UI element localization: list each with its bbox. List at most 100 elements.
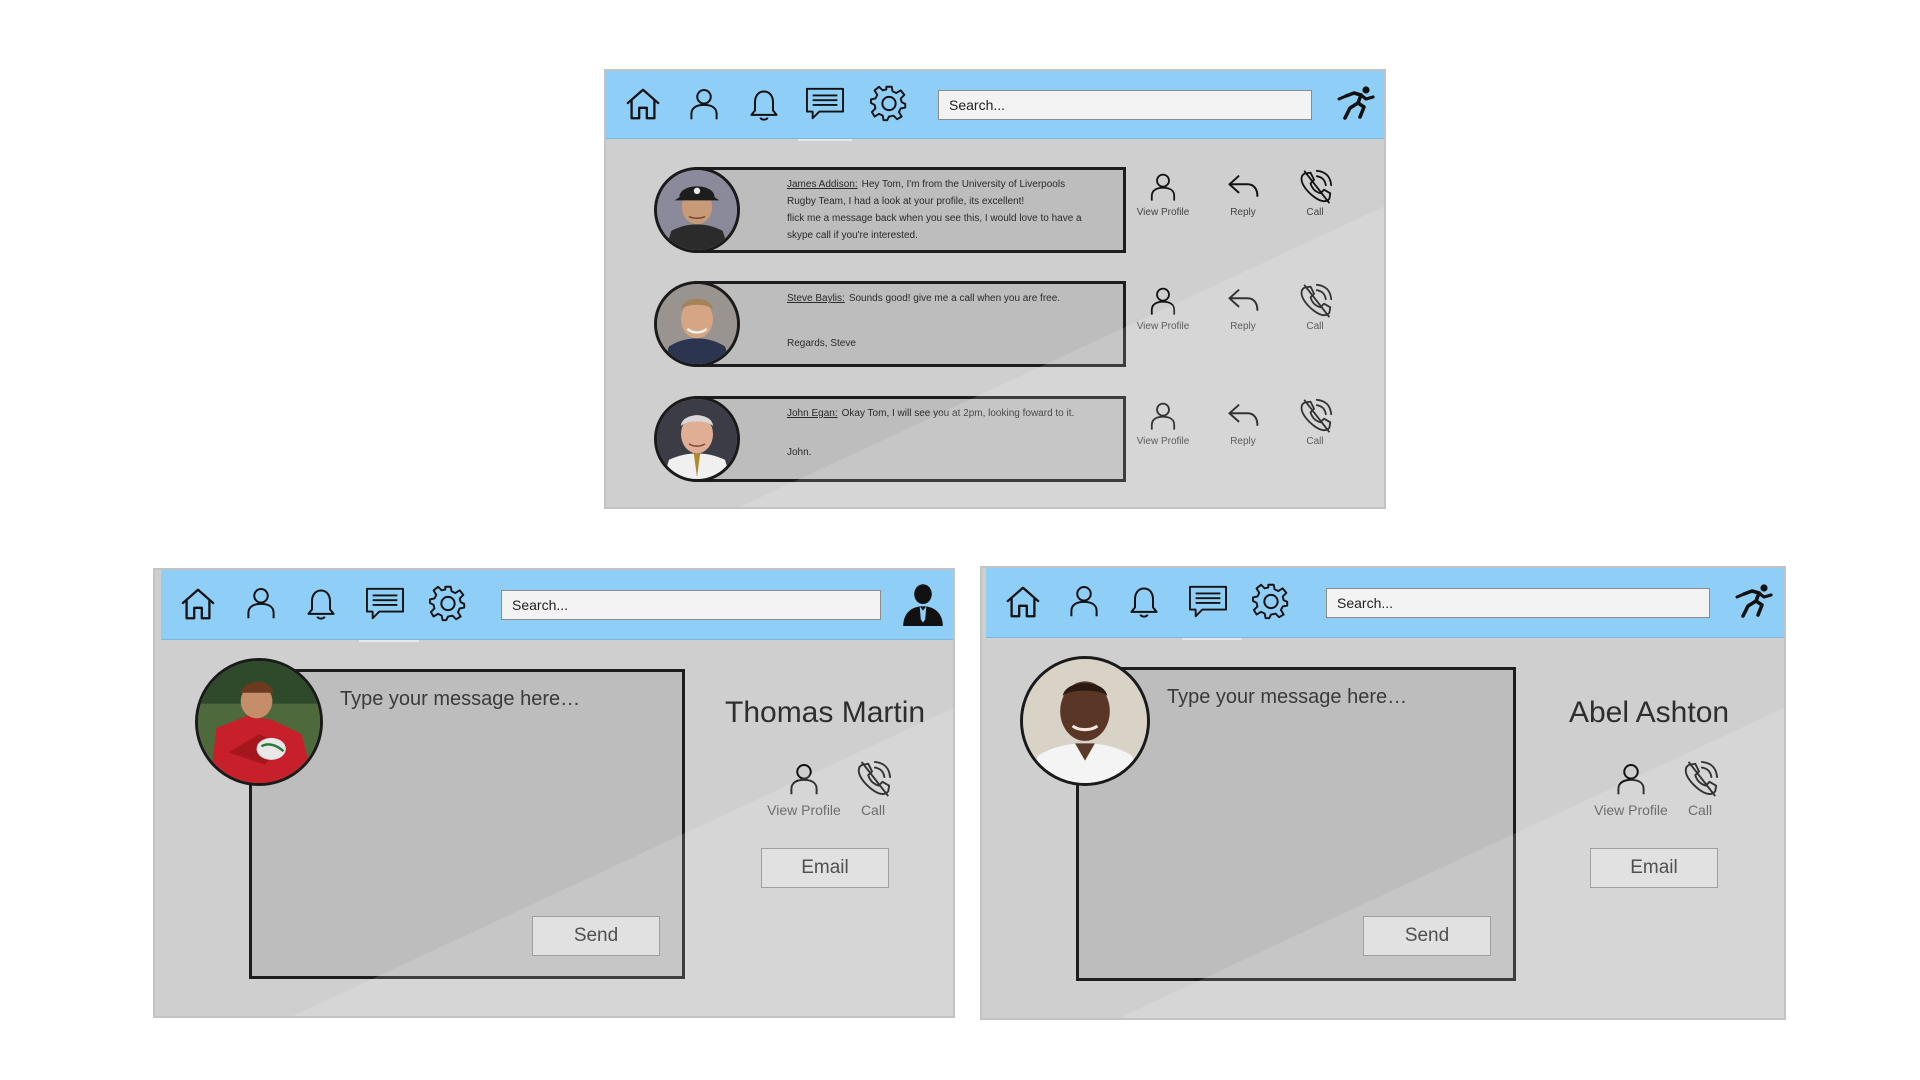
message-row: James Addison: Hey Tom, I'm from the Univ…	[654, 167, 1364, 257]
reply-label: Reply	[1230, 436, 1256, 447]
message-box[interactable]: Steve Baylis: Sounds good! give me a call…	[694, 281, 1126, 367]
message-text: James Addison: Hey Tom, I'm from the Univ…	[787, 176, 1123, 244]
message-line: Hey Tom, I'm from the University of Live…	[861, 179, 1066, 190]
profile-icon	[1147, 283, 1179, 319]
reply-icon	[1225, 283, 1261, 319]
bell-icon[interactable]	[1126, 582, 1162, 622]
call-icon	[1681, 760, 1719, 798]
email-button[interactable]: Email	[761, 848, 889, 888]
send-button[interactable]: Send	[532, 916, 660, 956]
sender-avatar[interactable]	[654, 281, 740, 367]
call-button[interactable]: Call	[843, 760, 903, 818]
profile-icon	[1147, 398, 1179, 434]
messages-icon[interactable]	[363, 585, 407, 623]
contact-name: Thomas Martin	[725, 696, 926, 729]
home-icon[interactable]	[179, 585, 217, 623]
call-icon	[1297, 169, 1333, 205]
view-profile-label: View Profile	[767, 802, 841, 818]
email-button[interactable]: Email	[1590, 848, 1718, 888]
call-icon	[1297, 398, 1333, 434]
search-input[interactable]	[1326, 588, 1710, 618]
runner-logo-icon	[1336, 84, 1376, 124]
message-text: Steve Baylis: Sounds good! give me a call…	[787, 290, 1123, 307]
send-button[interactable]: Send	[1363, 916, 1491, 956]
call-icon	[854, 760, 892, 798]
view-profile-button[interactable]: View Profile	[1128, 398, 1198, 447]
contact-avatar	[195, 658, 323, 786]
contact-name: Abel Ashton	[1568, 696, 1730, 729]
message-line: flick me a message back when you see thi…	[787, 213, 1082, 224]
call-button[interactable]: Call	[1670, 760, 1730, 818]
sender-name[interactable]: James Addison:	[787, 179, 858, 190]
gear-icon[interactable]	[429, 585, 467, 623]
home-icon[interactable]	[1004, 583, 1042, 621]
gear-icon[interactable]	[870, 85, 908, 123]
runner-logo-icon	[1734, 582, 1774, 622]
profile-icon	[1147, 169, 1179, 205]
call-label: Call	[860, 802, 886, 818]
call-label: Call	[1687, 802, 1713, 818]
reply-icon	[1225, 169, 1261, 205]
view-profile-button[interactable]: View Profile	[759, 760, 849, 818]
call-label: Call	[1306, 321, 1324, 332]
reply-button[interactable]: Reply	[1208, 398, 1278, 447]
message-line: Okay Tom, I will see you at 2pm, looking…	[841, 408, 1075, 419]
message-text: John Egan: Okay Tom, I will see you at 2p…	[787, 405, 1123, 422]
profile-icon	[1613, 760, 1649, 798]
message-row: John Egan: Okay Tom, I will see you at 2p…	[654, 396, 1364, 486]
reply-label: Reply	[1230, 321, 1256, 332]
profile-icon[interactable]	[243, 584, 279, 622]
view-profile-button[interactable]: View Profile	[1128, 283, 1198, 332]
view-profile-label: View Profile	[1136, 207, 1190, 218]
message-line: skype call if you're interested.	[787, 230, 918, 241]
reply-button[interactable]: Reply	[1208, 283, 1278, 332]
compose-panel-right: Send Abel Ashton View Profile Call Email	[980, 566, 1786, 1020]
sender-avatar[interactable]	[654, 396, 740, 482]
message-signature: John.	[787, 447, 812, 458]
navbar	[161, 570, 953, 640]
inbox-panel: James Addison:Hey Tom, I'm from the Univ…	[604, 69, 1386, 509]
active-tab-indicator	[798, 139, 852, 141]
reply-button[interactable]: Reply	[1208, 169, 1278, 218]
profile-icon[interactable]	[686, 85, 722, 123]
message-signature: Regards, Steve	[787, 338, 856, 349]
view-profile-label: View Profile	[1136, 321, 1190, 332]
active-tab-indicator	[1182, 638, 1242, 640]
search-input[interactable]	[501, 590, 881, 620]
message-row: Steve Baylis: Sounds good! give me a call…	[654, 281, 1364, 371]
message-box[interactable]: James Addison: Hey Tom, I'm from the Univ…	[694, 167, 1126, 253]
navbar	[986, 568, 1784, 638]
call-icon	[1297, 283, 1333, 319]
compose-panel-left: Send Thomas Martin View Profile Call Ema…	[153, 568, 955, 1018]
call-button[interactable]: Call	[1280, 398, 1350, 447]
messages-icon[interactable]	[1186, 583, 1230, 621]
active-tab-indicator	[359, 640, 419, 642]
call-label: Call	[1306, 436, 1324, 447]
call-label: Call	[1306, 207, 1324, 218]
sender-name[interactable]: John Egan:	[787, 408, 838, 419]
profile-icon	[786, 760, 822, 798]
reply-icon	[1225, 398, 1261, 434]
call-button[interactable]: Call	[1280, 283, 1350, 332]
view-profile-label: View Profile	[1594, 802, 1668, 818]
sender-avatar[interactable]	[654, 167, 740, 253]
sender-name[interactable]: Steve Baylis:	[787, 293, 845, 304]
messages-icon[interactable]	[803, 85, 847, 123]
view-profile-label: View Profile	[1136, 436, 1190, 447]
contact-avatar	[1020, 656, 1150, 786]
message-box[interactable]: John Egan: Okay Tom, I will see you at 2p…	[694, 396, 1126, 482]
bell-icon[interactable]	[746, 85, 782, 125]
message-line: Sounds good! give me a call when you are…	[848, 293, 1061, 304]
bell-icon[interactable]	[303, 584, 339, 624]
view-profile-button[interactable]: View Profile	[1128, 169, 1198, 218]
navbar	[606, 71, 1384, 139]
profile-icon[interactable]	[1066, 582, 1102, 620]
search-input[interactable]	[938, 90, 1312, 120]
message-line: Rugby Team, I had a look at your profile…	[787, 196, 1025, 207]
gear-icon[interactable]	[1252, 583, 1290, 621]
reply-label: Reply	[1230, 207, 1256, 218]
view-profile-button[interactable]: View Profile	[1586, 760, 1676, 818]
user-silhouette-icon	[901, 582, 945, 626]
home-icon[interactable]	[624, 85, 662, 123]
call-button[interactable]: Call	[1280, 169, 1350, 218]
